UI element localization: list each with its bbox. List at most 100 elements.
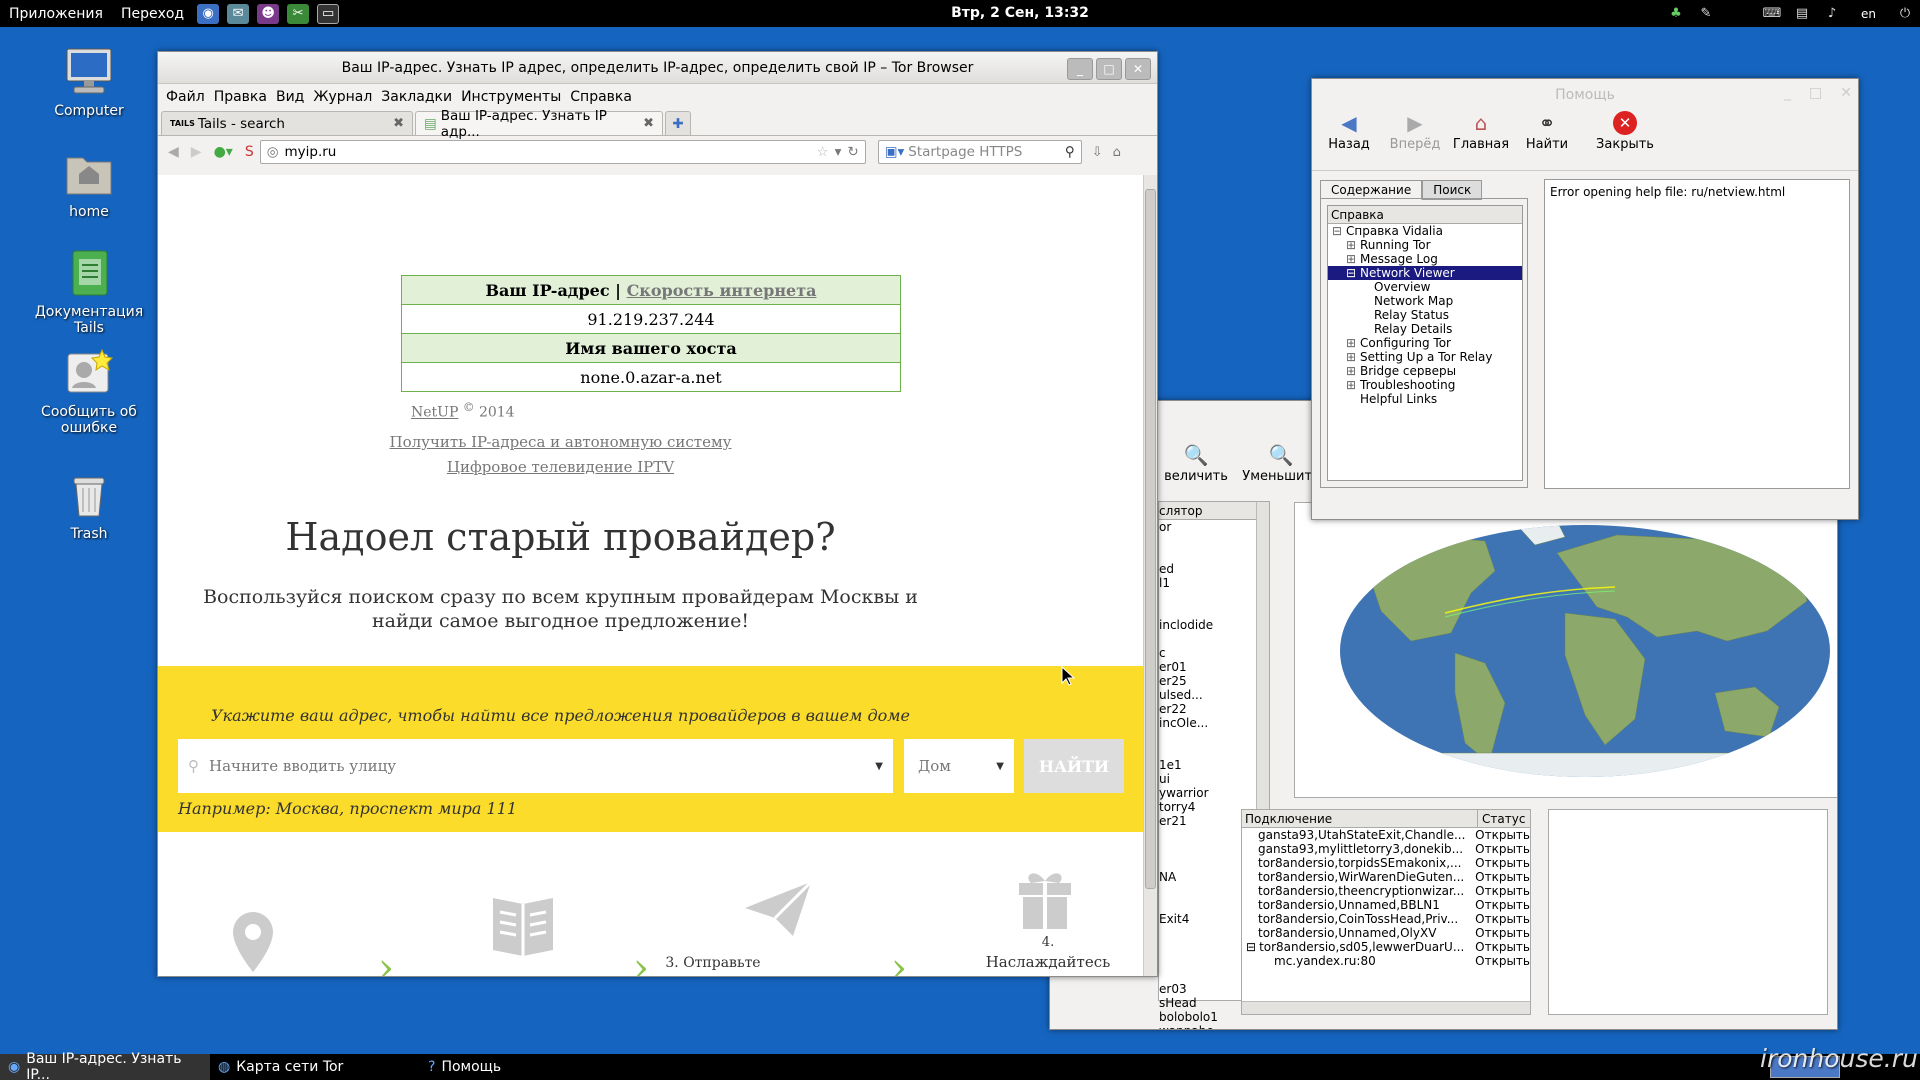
volume-tray-icon[interactable]: ♪ bbox=[1821, 4, 1843, 24]
tree-expander-icon[interactable]: ⊞ bbox=[1346, 336, 1360, 350]
noscript-icon[interactable]: S bbox=[245, 144, 254, 160]
places-menu[interactable]: Переход bbox=[112, 6, 193, 22]
help-close-button[interactable]: ✕ Закрыть bbox=[1592, 111, 1658, 170]
menu-file[interactable]: Файл bbox=[166, 89, 205, 105]
home-button-icon[interactable]: ⌂ bbox=[1113, 145, 1121, 160]
downloads-icon[interactable]: ⇩ bbox=[1092, 145, 1103, 160]
reload-icon[interactable]: ↻ bbox=[847, 144, 858, 160]
connection-list-hscrollbar[interactable] bbox=[1242, 1001, 1530, 1014]
tor-button-icon[interactable]: ●▾ bbox=[214, 144, 233, 160]
task-help[interactable]: ? Помощь bbox=[420, 1054, 630, 1080]
relay-list-item[interactable]: c bbox=[1159, 646, 1269, 660]
mail-client-launcher-icon[interactable]: ✉ bbox=[227, 3, 250, 24]
keyboard-tray-icon[interactable]: ⌨ bbox=[1761, 4, 1783, 24]
applications-menu[interactable]: Приложения bbox=[0, 6, 112, 22]
help-back-button[interactable]: ◀ Назад bbox=[1316, 111, 1382, 170]
street-dropdown-icon[interactable]: ▼ bbox=[875, 761, 883, 772]
help-tree-item[interactable]: ⊞ Setting Up a Tor Relay bbox=[1328, 350, 1522, 364]
relay-list-item[interactable]: ed bbox=[1159, 562, 1269, 576]
relay-list-item[interactable] bbox=[1159, 730, 1269, 744]
street-input[interactable]: ⚲ Начните вводить улицу ▼ bbox=[178, 739, 893, 793]
help-tree-item[interactable]: ⊞ Troubleshooting bbox=[1328, 378, 1522, 392]
connection-row[interactable]: gansta93,UtahStateExit,Chandle... Открыть bbox=[1242, 828, 1530, 842]
search-box[interactable]: ▣▾ Startpage HTTPS ⚲ bbox=[877, 140, 1082, 164]
help-tree-item[interactable]: Relay Status bbox=[1328, 308, 1522, 322]
connection-row[interactable]: ⊟ tor8andersio,sd05,lewwerDuarU... Открыть bbox=[1242, 940, 1530, 954]
find-button[interactable]: НАЙТИ bbox=[1024, 739, 1124, 793]
desktop-icon-home[interactable]: home bbox=[24, 148, 154, 220]
search-icon[interactable]: ⚲ bbox=[1065, 144, 1075, 160]
bookmark-star-icon[interactable]: ☆ bbox=[817, 144, 829, 160]
menu-tools[interactable]: Инструменты bbox=[461, 89, 561, 105]
relay-list-item[interactable] bbox=[1159, 744, 1269, 758]
help-tree-item[interactable]: ⊟ Справка Vidalia bbox=[1328, 224, 1522, 238]
task-browser[interactable]: ◉ Ваш IP-адрес. Узнать IP... bbox=[0, 1051, 210, 1080]
back-icon[interactable]: ◀ bbox=[168, 144, 179, 160]
relay-list-item[interactable]: incOle... bbox=[1159, 716, 1269, 730]
relay-list-item[interactable] bbox=[1159, 548, 1269, 562]
house-dropdown-icon[interactable]: ▼ bbox=[996, 761, 1004, 772]
desktop-icon-computer[interactable]: Computer bbox=[24, 47, 154, 119]
connection-row[interactable]: mc.yandex.ru:80 Открыть bbox=[1242, 954, 1530, 968]
relay-list-item[interactable]: ui bbox=[1159, 772, 1269, 786]
help-tree-item[interactable]: ⊟ Network Viewer bbox=[1328, 266, 1522, 280]
relay-list-item[interactable] bbox=[1159, 604, 1269, 618]
pidgin-launcher-icon[interactable]: ☻ bbox=[257, 3, 280, 24]
help-forward-button[interactable]: ▶ Вперёд bbox=[1382, 111, 1448, 170]
tree-expander-icon[interactable]: ⊟ bbox=[1346, 266, 1360, 280]
tab-close-icon[interactable]: ✖ bbox=[393, 116, 404, 131]
connection-column-header[interactable]: Подключение bbox=[1242, 810, 1478, 827]
help-tree[interactable]: Справка ⊟ Справка Vidalia ⊞ Running Tor ⊞ Mes… bbox=[1327, 205, 1523, 481]
ip-as-link[interactable]: Получить IP-адреса и автономную систему bbox=[158, 433, 963, 451]
page-scrollbar-thumb[interactable] bbox=[1145, 189, 1156, 889]
tree-expander-icon[interactable]: ⊞ bbox=[1346, 238, 1360, 252]
help-tree-item[interactable]: Network Map bbox=[1328, 294, 1522, 308]
connection-row[interactable]: tor8andersio,Unnamed,OlyXV Открыть bbox=[1242, 926, 1530, 940]
relay-list-item[interactable]: er22 bbox=[1159, 702, 1269, 716]
relay-list-item[interactable]: l1 bbox=[1159, 576, 1269, 590]
relay-list-item[interactable] bbox=[1159, 590, 1269, 604]
menu-view[interactable]: Вид bbox=[276, 89, 304, 105]
relay-list-item[interactable]: ulsed... bbox=[1159, 688, 1269, 702]
netup-link[interactable]: NetUP bbox=[411, 405, 458, 421]
tree-expander-icon[interactable]: ⊞ bbox=[1346, 364, 1360, 378]
relay-list-item[interactable]: ywarrior bbox=[1159, 786, 1269, 800]
help-tree-item[interactable]: Helpful Links bbox=[1328, 392, 1522, 406]
browser-titlebar[interactable]: Ваш IP-адрес. Узнать IP адрес, определит… bbox=[158, 52, 1157, 84]
status-column-header[interactable]: Статус bbox=[1478, 810, 1525, 827]
relay-list-item[interactable]: er25 bbox=[1159, 674, 1269, 688]
new-tab-button[interactable]: ✚ bbox=[665, 111, 691, 135]
menu-history[interactable]: Журнал bbox=[313, 89, 372, 105]
help-titlebar[interactable]: Помощь _ □ ✕ bbox=[1312, 79, 1858, 111]
desktop-icon-tails-docs[interactable]: Документация Tails bbox=[24, 248, 154, 336]
maximize-button[interactable]: □ bbox=[1096, 58, 1122, 80]
clock[interactable]: Втр, 2 Сен, 13:32 bbox=[870, 5, 1170, 21]
speed-test-link[interactable]: Скорость интернета bbox=[627, 281, 817, 300]
connection-list-frame[interactable]: Подключение Статус gansta93,UtahStateExi… bbox=[1241, 809, 1531, 1015]
keepass-launcher-icon[interactable]: ✂ bbox=[287, 3, 310, 24]
tree-expander-icon[interactable]: ⊟ bbox=[1246, 940, 1256, 954]
tab-close-icon[interactable]: ✖ bbox=[643, 116, 654, 131]
desktop-icon-trash[interactable]: Trash bbox=[24, 470, 154, 542]
history-dropdown-icon[interactable]: ▾ bbox=[835, 144, 842, 160]
help-tree-item[interactable]: ⊞ Bridge серверы bbox=[1328, 364, 1522, 378]
relay-list-item[interactable] bbox=[1159, 632, 1269, 646]
tab-myip[interactable]: ▤ Ваш IP-адрес. Узнать IP адр... ✖ bbox=[415, 108, 663, 140]
menu-help[interactable]: Справка bbox=[570, 89, 632, 105]
tor-onion-tray-icon[interactable]: ♣ bbox=[1665, 4, 1687, 24]
clipboard-tray-icon[interactable]: ▤ bbox=[1791, 4, 1813, 24]
relay-list-header[interactable]: слятор bbox=[1159, 502, 1269, 520]
close-button[interactable]: ✕ bbox=[1125, 58, 1151, 80]
zoom-in-button[interactable]: 🔍 величить bbox=[1156, 443, 1236, 484]
task-network-map[interactable]: ◍ Карта сети Tor bbox=[210, 1054, 420, 1080]
tree-expander-icon[interactable]: ⊞ bbox=[1346, 252, 1360, 266]
relay-list-item[interactable]: or bbox=[1159, 520, 1269, 534]
help-tree-item[interactable]: ⊞ Configuring Tor bbox=[1328, 336, 1522, 350]
iptv-link[interactable]: Цифровое телевидение IPTV bbox=[158, 458, 963, 476]
connection-row[interactable]: tor8andersio,torpidsSEmakonix,... Открыть bbox=[1242, 856, 1530, 870]
connection-row[interactable]: tor8andersio,CoinTossHead,Priv... Открыть bbox=[1242, 912, 1530, 926]
relay-list-item[interactable] bbox=[1159, 534, 1269, 548]
help-tree-item[interactable]: Relay Details bbox=[1328, 322, 1522, 336]
desktop-icon-report-bug[interactable]: Сообщить об ошибке bbox=[24, 348, 154, 436]
relay-list-item[interactable]: wannabe bbox=[1159, 1024, 1269, 1029]
